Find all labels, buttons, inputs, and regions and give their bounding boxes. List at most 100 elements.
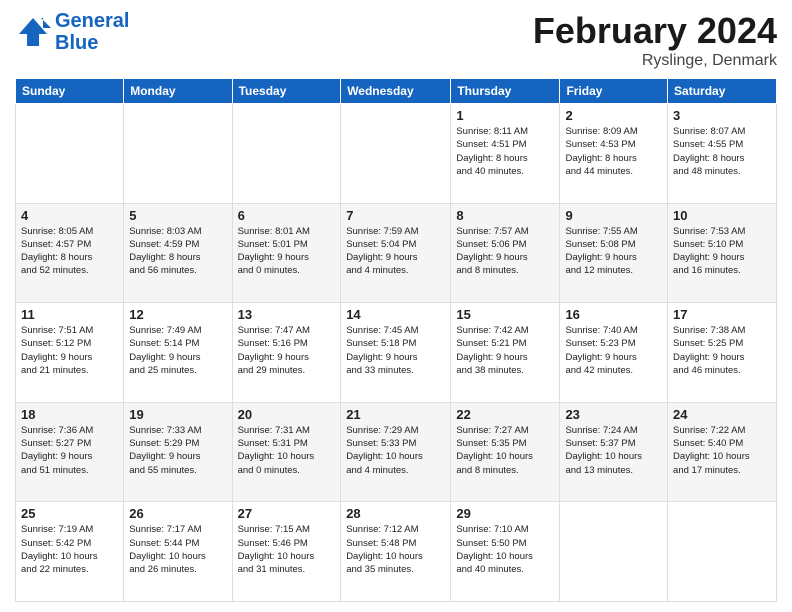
day-number: 14 (346, 307, 445, 322)
logo-icon (15, 14, 51, 50)
logo-text: General Blue (55, 10, 129, 54)
day-cell: 13 Sunrise: 7:47 AM Sunset: 5:16 PM Dayli… (232, 303, 341, 403)
day-info: Sunrise: 7:57 AM Sunset: 5:06 PM Dayligh… (456, 225, 554, 278)
day-info: Sunrise: 8:03 AM Sunset: 4:59 PM Dayligh… (129, 225, 226, 278)
day-cell: 2 Sunrise: 8:09 AM Sunset: 4:53 PM Daylig… (560, 104, 668, 204)
day-info: Sunrise: 7:17 AM Sunset: 5:44 PM Dayligh… (129, 523, 226, 576)
day-cell: 28Sunrise: 7:12 AM Sunset: 5:48 PM Dayli… (341, 502, 451, 602)
day-number: 24 (673, 407, 771, 422)
day-number: 26 (129, 506, 226, 521)
day-number: 12 (129, 307, 226, 322)
day-info: Sunrise: 8:11 AM Sunset: 4:51 PM Dayligh… (456, 125, 554, 178)
day-cell: 26 Sunrise: 7:17 AM Sunset: 5:44 PM Dayli… (124, 502, 232, 602)
day-number: 18 (21, 407, 118, 422)
day-cell: 12 Sunrise: 7:49 AM Sunset: 5:14 PM Dayli… (124, 303, 232, 403)
day-cell: 7 Sunrise: 7:59 AM Sunset: 5:04 PM Daylig… (341, 203, 451, 303)
day-cell: 25 Sunrise: 7:19 AM Sunset: 5:42 PM Dayli… (16, 502, 124, 602)
week-row-3: 11Sunrise: 7:51 AM Sunset: 5:12 PM Dayli… (16, 303, 777, 403)
day-number: 8 (456, 208, 554, 223)
day-cell: 11Sunrise: 7:51 AM Sunset: 5:12 PM Dayli… (16, 303, 124, 403)
day-info: Sunrise: 7:38 AM Sunset: 5:25 PM Dayligh… (673, 324, 771, 377)
day-number: 20 (238, 407, 336, 422)
col-header-sunday: Sunday (16, 79, 124, 104)
day-number: 21 (346, 407, 445, 422)
day-number: 7 (346, 208, 445, 223)
day-number: 5 (129, 208, 226, 223)
day-info: Sunrise: 7:47 AM Sunset: 5:16 PM Dayligh… (238, 324, 336, 377)
day-cell: 6Sunrise: 8:01 AM Sunset: 5:01 PM Daylig… (232, 203, 341, 303)
day-number: 16 (565, 307, 662, 322)
day-cell: 29 Sunrise: 7:10 AM Sunset: 5:50 PM Dayli… (451, 502, 560, 602)
day-cell: 23 Sunrise: 7:24 AM Sunset: 5:37 PM Dayli… (560, 402, 668, 502)
day-number: 25 (21, 506, 118, 521)
page: General Blue February 2024 Ryslinge, Den… (0, 0, 792, 612)
logo-line1: General (55, 10, 129, 32)
day-cell (341, 104, 451, 204)
day-info: Sunrise: 8:07 AM Sunset: 4:55 PM Dayligh… (673, 125, 771, 178)
day-number: 13 (238, 307, 336, 322)
day-number: 17 (673, 307, 771, 322)
day-cell (560, 502, 668, 602)
day-cell: 8 Sunrise: 7:57 AM Sunset: 5:06 PM Daylig… (451, 203, 560, 303)
day-info: Sunrise: 7:29 AM Sunset: 5:33 PM Dayligh… (346, 424, 445, 477)
day-number: 1 (456, 108, 554, 123)
day-number: 6 (238, 208, 336, 223)
day-cell: 10 Sunrise: 7:53 AM Sunset: 5:10 PM Dayli… (668, 203, 777, 303)
day-info: Sunrise: 7:55 AM Sunset: 5:08 PM Dayligh… (565, 225, 662, 278)
day-cell: 20 Sunrise: 7:31 AM Sunset: 5:31 PM Dayli… (232, 402, 341, 502)
title-block: February 2024 Ryslinge, Denmark (533, 10, 777, 70)
day-cell: 3 Sunrise: 8:07 AM Sunset: 4:55 PM Daylig… (668, 104, 777, 204)
day-cell: 19 Sunrise: 7:33 AM Sunset: 5:29 PM Dayli… (124, 402, 232, 502)
day-number: 10 (673, 208, 771, 223)
day-info: Sunrise: 7:36 AM Sunset: 5:27 PM Dayligh… (21, 424, 118, 477)
day-number: 23 (565, 407, 662, 422)
day-cell: 22Sunrise: 7:27 AM Sunset: 5:35 PM Dayli… (451, 402, 560, 502)
day-cell: 27Sunrise: 7:15 AM Sunset: 5:46 PM Dayli… (232, 502, 341, 602)
day-info: Sunrise: 7:53 AM Sunset: 5:10 PM Dayligh… (673, 225, 771, 278)
day-info: Sunrise: 7:59 AM Sunset: 5:04 PM Dayligh… (346, 225, 445, 278)
logo: General Blue (15, 10, 129, 54)
day-info: Sunrise: 7:15 AM Sunset: 5:46 PM Dayligh… (238, 523, 336, 576)
day-cell: 5 Sunrise: 8:03 AM Sunset: 4:59 PM Daylig… (124, 203, 232, 303)
day-info: Sunrise: 7:19 AM Sunset: 5:42 PM Dayligh… (21, 523, 118, 576)
col-header-tuesday: Tuesday (232, 79, 341, 104)
day-cell: 1 Sunrise: 8:11 AM Sunset: 4:51 PM Daylig… (451, 104, 560, 204)
header: General Blue February 2024 Ryslinge, Den… (15, 10, 777, 70)
calendar-table: SundayMondayTuesdayWednesdayThursdayFrid… (15, 78, 777, 602)
week-row-2: 4Sunrise: 8:05 AM Sunset: 4:57 PM Daylig… (16, 203, 777, 303)
day-info: Sunrise: 7:45 AM Sunset: 5:18 PM Dayligh… (346, 324, 445, 377)
day-cell (668, 502, 777, 602)
day-number: 15 (456, 307, 554, 322)
day-info: Sunrise: 7:51 AM Sunset: 5:12 PM Dayligh… (21, 324, 118, 377)
day-info: Sunrise: 7:22 AM Sunset: 5:40 PM Dayligh… (673, 424, 771, 477)
day-info: Sunrise: 7:10 AM Sunset: 5:50 PM Dayligh… (456, 523, 554, 576)
day-info: Sunrise: 7:31 AM Sunset: 5:31 PM Dayligh… (238, 424, 336, 477)
day-info: Sunrise: 7:24 AM Sunset: 5:37 PM Dayligh… (565, 424, 662, 477)
day-cell: 9Sunrise: 7:55 AM Sunset: 5:08 PM Daylig… (560, 203, 668, 303)
logo-line2: Blue (55, 32, 129, 54)
day-cell (232, 104, 341, 204)
calendar-header-row: SundayMondayTuesdayWednesdayThursdayFrid… (16, 79, 777, 104)
week-row-1: 1 Sunrise: 8:11 AM Sunset: 4:51 PM Daylig… (16, 104, 777, 204)
day-info: Sunrise: 8:09 AM Sunset: 4:53 PM Dayligh… (565, 125, 662, 178)
day-number: 29 (456, 506, 554, 521)
day-cell: 18 Sunrise: 7:36 AM Sunset: 5:27 PM Dayli… (16, 402, 124, 502)
day-number: 22 (456, 407, 554, 422)
col-header-wednesday: Wednesday (341, 79, 451, 104)
location: Ryslinge, Denmark (533, 52, 777, 70)
col-header-thursday: Thursday (451, 79, 560, 104)
day-info: Sunrise: 7:33 AM Sunset: 5:29 PM Dayligh… (129, 424, 226, 477)
week-row-5: 25 Sunrise: 7:19 AM Sunset: 5:42 PM Dayli… (16, 502, 777, 602)
day-info: Sunrise: 7:40 AM Sunset: 5:23 PM Dayligh… (565, 324, 662, 377)
day-number: 3 (673, 108, 771, 123)
day-cell: 4Sunrise: 8:05 AM Sunset: 4:57 PM Daylig… (16, 203, 124, 303)
day-cell: 16 Sunrise: 7:40 AM Sunset: 5:23 PM Dayli… (560, 303, 668, 403)
day-info: Sunrise: 7:42 AM Sunset: 5:21 PM Dayligh… (456, 324, 554, 377)
day-cell: 17 Sunrise: 7:38 AM Sunset: 5:25 PM Dayli… (668, 303, 777, 403)
day-number: 2 (565, 108, 662, 123)
day-cell: 15 Sunrise: 7:42 AM Sunset: 5:21 PM Dayli… (451, 303, 560, 403)
day-cell: 24 Sunrise: 7:22 AM Sunset: 5:40 PM Dayli… (668, 402, 777, 502)
day-info: Sunrise: 7:49 AM Sunset: 5:14 PM Dayligh… (129, 324, 226, 377)
day-number: 19 (129, 407, 226, 422)
col-header-saturday: Saturday (668, 79, 777, 104)
